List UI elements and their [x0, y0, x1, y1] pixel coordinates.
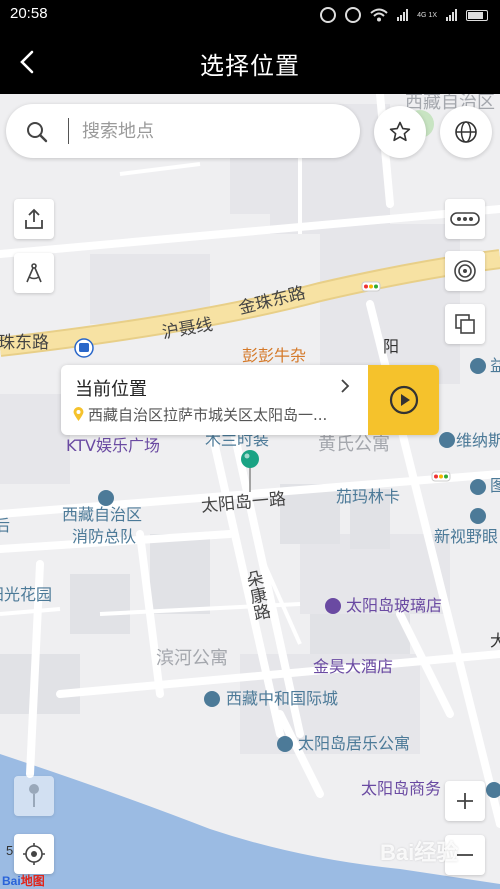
layers-button[interactable]	[445, 304, 485, 344]
map-label-juyue: 太阳岛居乐公寓	[298, 734, 411, 753]
compass-tool-icon	[26, 263, 42, 283]
clock-icon	[345, 7, 362, 23]
wifi-icon	[370, 8, 388, 22]
map-label-shangwu: 太阳岛商务	[361, 779, 442, 798]
current-location-address: 西藏自治区拉萨市城关区太阳岛一...	[73, 404, 363, 425]
map-label-qiemalinka: 茄玛林卡	[336, 487, 401, 506]
signal-icon-1	[397, 9, 409, 21]
map-label-peng-peng: 彭彭牛杂	[242, 346, 307, 365]
baidu-map-logo: Bai地图	[2, 872, 45, 889]
map-label-fire-station-1: 西藏自治区	[62, 505, 143, 524]
map-label-right-edge-1: 益	[490, 356, 500, 375]
globe-button[interactable]	[440, 106, 492, 158]
favorite-button[interactable]	[374, 106, 426, 158]
map-label-guanghua: 阳光花园	[0, 585, 53, 604]
navigate-button[interactable]	[368, 365, 439, 435]
status-time: 20:58	[10, 5, 48, 22]
map-label-zhonghe: 西藏中和国际城	[226, 689, 339, 708]
map-label-right-edge-2: 图	[490, 476, 500, 495]
search-icon	[27, 122, 48, 143]
locate-me-button[interactable]	[14, 834, 54, 874]
map-label-jinhao: 金昊大酒店	[313, 657, 394, 676]
map-label-xinshi: 新视野眼	[434, 527, 499, 546]
map-label-weinaju: 维纳斯	[456, 431, 500, 450]
scale-indicator: 5	[6, 843, 14, 858]
share-button[interactable]	[14, 199, 54, 239]
search-bar[interactable]	[6, 104, 360, 158]
map-label-glass-shop: 太阳岛玻璃店	[346, 596, 443, 615]
current-location-label: 当前位置	[75, 379, 147, 400]
map-label-binhe: 滨河公寓	[156, 648, 228, 669]
logo-part1: Bai	[2, 874, 21, 888]
map-label-huang-shi: 黄氏公寓	[318, 434, 390, 455]
map-label-fire-station-2: 消防总队	[72, 527, 137, 546]
pin-icon	[29, 784, 39, 807]
traffic-layer-icon	[454, 260, 476, 282]
chevron-right-icon[interactable]	[338, 377, 352, 395]
status-bar: 20:58 4G 1X	[0, 0, 500, 30]
share-icon	[25, 208, 43, 229]
map-label-yang: 阳	[383, 337, 400, 356]
alarm-icon	[320, 7, 337, 23]
map-label-right-edge-3: 大	[490, 631, 500, 650]
battery-icon	[466, 9, 488, 21]
zoom-in-button[interactable]	[445, 781, 485, 821]
street-view-button[interactable]	[14, 776, 54, 816]
map-view[interactable]: 西藏自治区 沪聂线 金珠东路 珠东路 彭彭牛杂 阳 KTV娱乐广场 木兰时装 黄…	[0, 94, 500, 889]
layers-icon	[455, 314, 475, 334]
bus-stop-icon	[74, 338, 94, 358]
map-label-left-edge: 后	[0, 516, 11, 535]
search-divider	[68, 118, 69, 144]
map-label-zhu-dong-lu: 珠东路	[0, 333, 49, 353]
measure-button[interactable]	[14, 253, 54, 293]
current-location-card[interactable]: 当前位置 西藏自治区拉萨市城关区太阳岛一...	[61, 365, 439, 435]
app-root: 20:58 4G 1X 选择位置 西藏自治区 沪聂线 金珠东路 珠东路 彭彭牛杂…	[0, 0, 500, 889]
locate-icon	[23, 843, 45, 865]
signal-icon-2	[446, 9, 457, 21]
page-title: 选择位置	[200, 52, 300, 80]
map-label-ktv: KTV娱乐广场	[66, 436, 160, 455]
traffic-layer-button[interactable]	[445, 251, 485, 291]
status-icons: 4G 1X	[320, 6, 488, 24]
star-icon	[389, 121, 411, 142]
plus-icon	[457, 793, 473, 809]
map-label-tibet-top: 西藏自治区	[405, 94, 495, 113]
more-icon	[450, 212, 480, 226]
search-input[interactable]	[82, 116, 342, 146]
network-type: 4G 1X	[417, 11, 437, 19]
more-options-button[interactable]	[445, 199, 485, 239]
title-bar: 选择位置	[0, 30, 500, 94]
address-pin-icon	[73, 407, 84, 421]
play-icon	[389, 385, 418, 415]
watermark: Bai经验	[380, 840, 459, 865]
address-text: 西藏自治区拉萨市城关区太阳岛一...	[88, 406, 328, 424]
globe-icon	[455, 121, 477, 143]
logo-part2: 地图	[20, 874, 45, 888]
